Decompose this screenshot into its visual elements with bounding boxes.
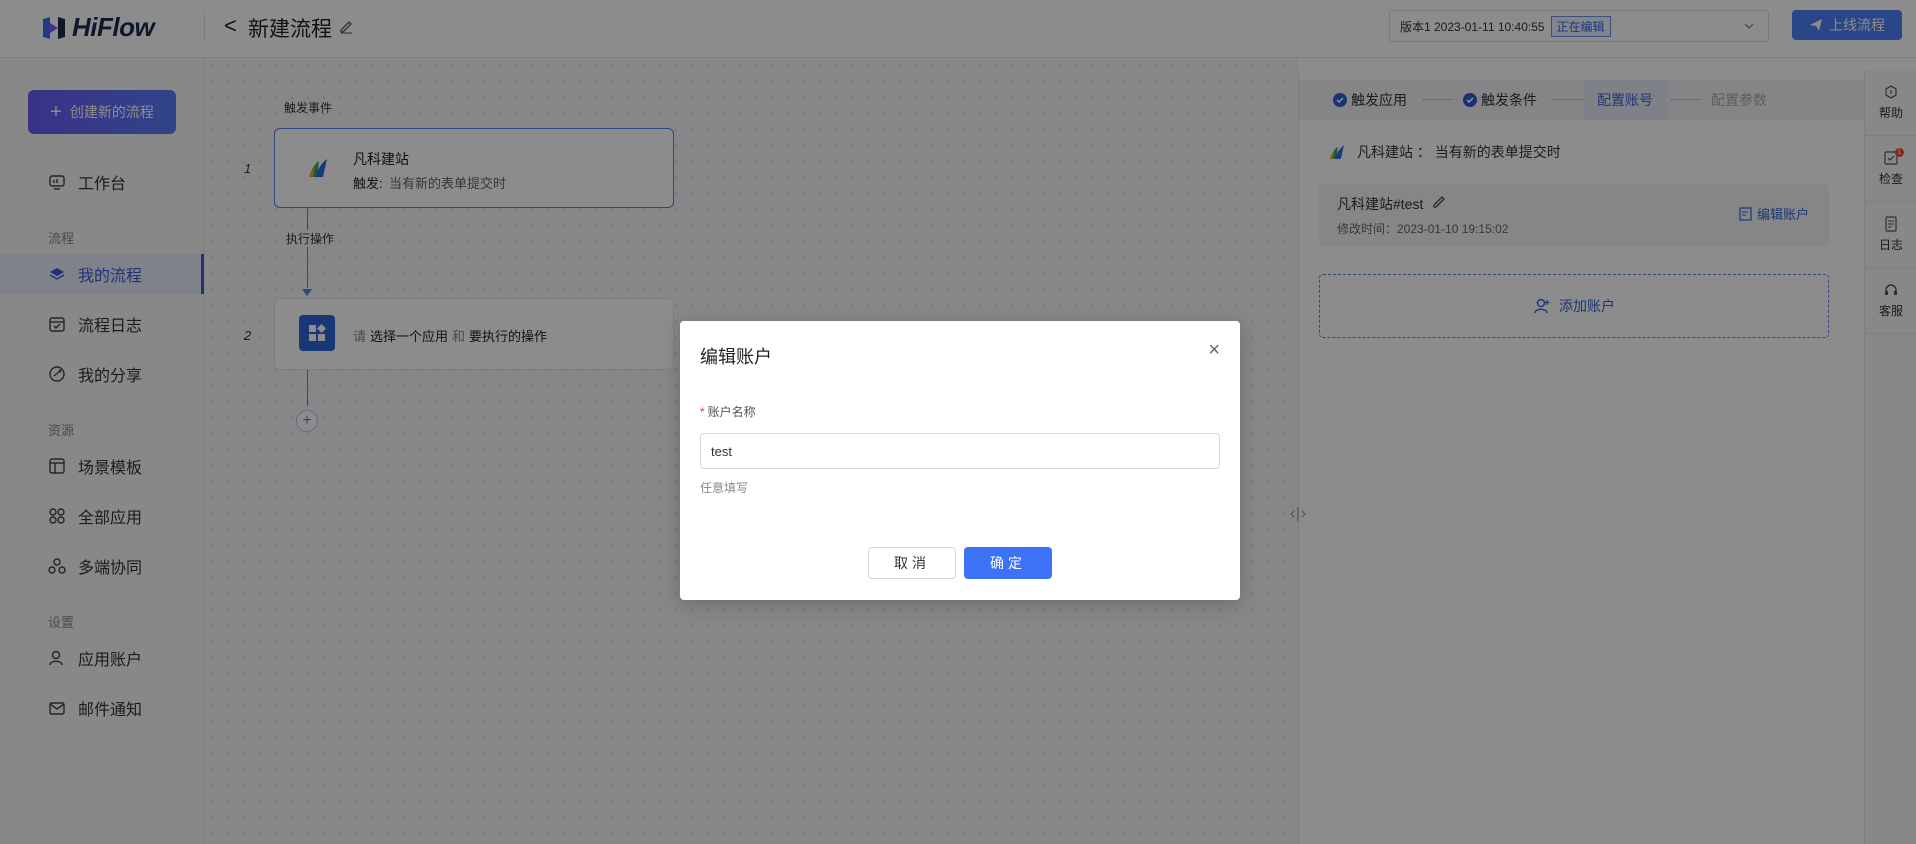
cancel-button[interactable]: 取消	[868, 547, 956, 579]
account-name-label-text: 账户名称	[707, 405, 756, 419]
account-name-input[interactable]	[700, 433, 1220, 469]
account-name-label: * 账户名称	[700, 403, 756, 420]
dialog-title: 编辑账户	[700, 347, 772, 367]
edit-account-dialog: 编辑账户 × *账户名称 任意填写 取消 确定	[680, 321, 1240, 600]
required-mark: *	[700, 405, 705, 419]
close-icon[interactable]: ×	[1208, 339, 1220, 362]
confirm-button[interactable]: 确定	[964, 547, 1052, 579]
account-name-hint: 任意填写	[700, 481, 749, 495]
